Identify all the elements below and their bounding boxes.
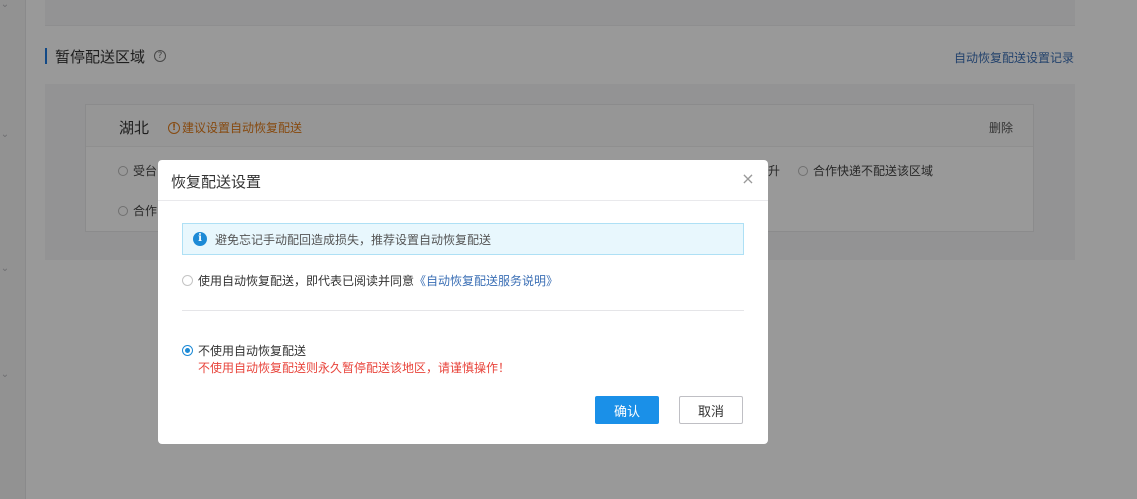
radio-auto-resume[interactable]: [182, 275, 193, 286]
close-icon[interactable]: ×: [740, 171, 756, 187]
radio-manual[interactable]: [182, 345, 193, 356]
option-auto-resume-label: 使用自动恢复配送，即代表已阅读并同意: [198, 274, 415, 288]
option-manual[interactable]: 不使用自动恢复配送: [182, 342, 306, 359]
divider: [182, 310, 744, 311]
service-terms-link[interactable]: 《自动恢复配送服务说明》: [414, 272, 558, 289]
cancel-button[interactable]: 取消: [679, 396, 743, 424]
alert-text: 避免忘记手动配回造成损失，推荐设置自动恢复配送: [215, 232, 492, 247]
option-manual-label: 不使用自动恢复配送: [198, 344, 307, 358]
dialog-header: 恢复配送设置 ×: [158, 160, 768, 201]
info-icon: i: [193, 232, 207, 246]
info-alert: i 避免忘记手动配回造成损失，推荐设置自动恢复配送: [182, 223, 744, 255]
dialog-title: 恢复配送设置: [171, 173, 262, 191]
option-auto-resume[interactable]: 使用自动恢复配送，即代表已阅读并同意 《自动恢复配送服务说明》: [182, 272, 558, 289]
manual-warning-text: 不使用自动恢复配送则永久暂停配送该地区，请谨慎操作！: [198, 361, 511, 375]
confirm-button[interactable]: 确认: [595, 396, 659, 424]
resume-delivery-dialog: 恢复配送设置 × i 避免忘记手动配回造成损失，推荐设置自动恢复配送 使用自动恢…: [158, 160, 768, 444]
